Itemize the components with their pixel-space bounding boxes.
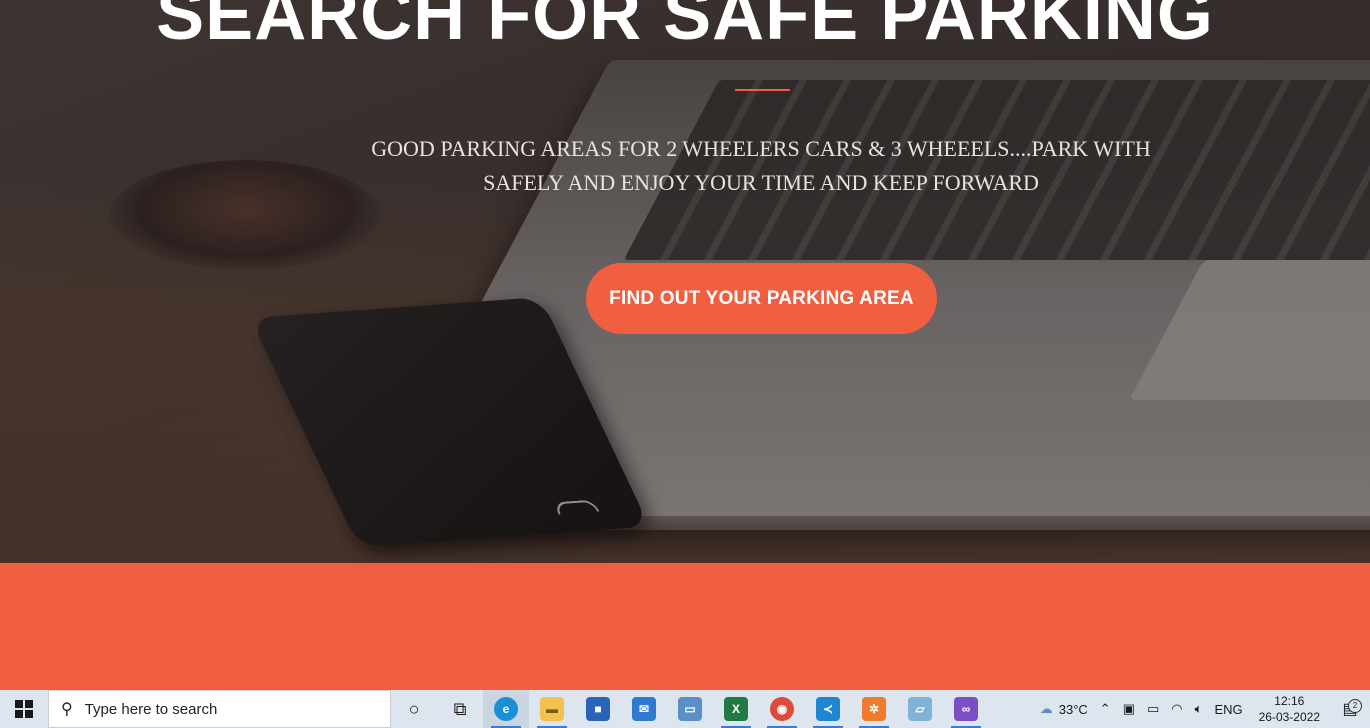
system-tray: ☁ 33°C ⌃ ▣ ▭ ◠ 🔈︎ ENG 12:16 26-03-2022 ▤… <box>1034 690 1370 728</box>
meet-now-button[interactable]: ▣ <box>1117 701 1141 717</box>
clock[interactable]: 12:16 26-03-2022 <box>1249 693 1330 725</box>
xampp-icon: ✲ <box>862 697 886 721</box>
chevron-up-icon: ⌃ <box>1099 701 1111 716</box>
notepad-icon: ▱ <box>908 697 932 721</box>
vscode-icon: ≺ <box>816 697 840 721</box>
language-label: ENG <box>1214 701 1243 717</box>
edge-button[interactable]: e <box>483 690 529 728</box>
hero-section: SEARCH FOR SAFE PARKING GOOD PARKING ARE… <box>0 0 1370 563</box>
microsoft-store-icon: ■ <box>586 697 610 721</box>
network-button[interactable]: ◠ <box>1165 701 1188 717</box>
weather-icon: ☁ <box>1039 701 1053 716</box>
language-indicator[interactable]: ENG <box>1208 702 1248 717</box>
mail-button[interactable]: ✉ <box>621 690 667 728</box>
hero-title: SEARCH FOR SAFE PARKING <box>156 0 1214 55</box>
clock-time: 12:16 <box>1274 694 1305 708</box>
hero-divider <box>735 89 790 91</box>
xampp-button[interactable]: ✲ <box>851 690 897 728</box>
excel-button[interactable]: X <box>713 690 759 728</box>
vscode-button[interactable]: ≺ <box>805 690 851 728</box>
start-button[interactable] <box>0 690 48 728</box>
taskbar-search-box[interactable]: ⚲ <box>48 690 391 728</box>
cortana-icon: ○ <box>408 698 420 719</box>
weather-widget[interactable]: ☁ 33°C <box>1034 701 1094 717</box>
chrome-icon: ◉ <box>770 697 794 721</box>
speaker-icon: 🔈︎ <box>1194 701 1203 716</box>
notification-badge: 2 <box>1348 699 1362 713</box>
weather-temperature: 33°C <box>1058 701 1088 717</box>
battery-icon: ▭ <box>1146 701 1160 716</box>
show-hidden-icons-button[interactable]: ⌃ <box>1094 701 1117 717</box>
notepad-button[interactable]: ▱ <box>897 690 943 728</box>
cortana-button[interactable]: ○ <box>391 690 437 728</box>
file-explorer-button[interactable]: ▬ <box>529 690 575 728</box>
task-view-icon: ⧉ <box>453 698 467 719</box>
battery-button[interactable]: ▭ <box>1141 701 1165 717</box>
wifi-icon: ◠ <box>1171 701 1183 716</box>
windows-taskbar: ⚲ ○ ⧉ e ▬ ■ ✉ ▭ X ◉ ≺ ✲ ▱ ∞ ☁ 33°C <box>0 690 1370 728</box>
mail-icon: ✉ <box>632 697 656 721</box>
volume-button[interactable]: 🔈︎ <box>1189 701 1209 717</box>
task-view-button[interactable]: ⧉ <box>437 690 483 728</box>
excel-icon: X <box>724 697 748 721</box>
windows-logo-icon <box>15 700 33 718</box>
chrome-button[interactable]: ◉ <box>759 690 805 728</box>
clock-date: 26-03-2022 <box>1258 710 1320 724</box>
search-icon: ⚲ <box>61 701 73 718</box>
file-explorer-icon: ▬ <box>540 697 564 721</box>
hero-subtitle: GOOD PARKING AREAS FOR 2 WHEELERS CARS &… <box>371 136 1151 195</box>
find-parking-button[interactable]: FIND OUT YOUR PARKING AREA <box>586 263 937 334</box>
remote-desktop-icon: ▭ <box>678 697 702 721</box>
visual-studio-icon: ∞ <box>954 697 978 721</box>
visual-studio-button[interactable]: ∞ <box>943 690 989 728</box>
remote-desktop-button[interactable]: ▭ <box>667 690 713 728</box>
microsoft-store-button[interactable]: ■ <box>575 690 621 728</box>
edge-icon: e <box>494 697 518 721</box>
taskbar-search-input[interactable] <box>82 699 367 719</box>
notification-center-button[interactable]: ▤ 2 <box>1330 699 1370 719</box>
camera-icon: ▣ <box>1122 701 1135 716</box>
services-section <box>0 563 1370 690</box>
